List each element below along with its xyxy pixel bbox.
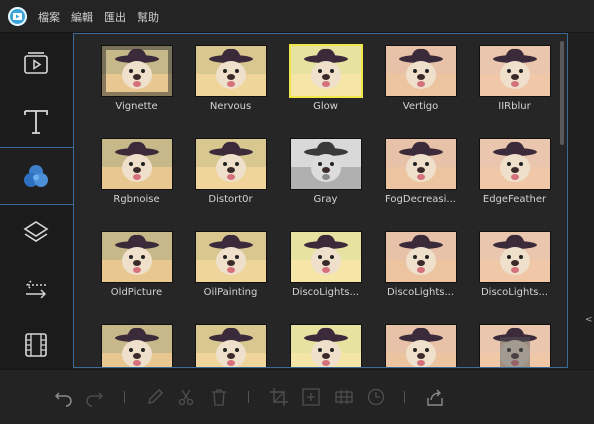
text-t-icon	[24, 110, 48, 134]
filter-label: OldPicture	[110, 287, 163, 298]
filter-thumbnail[interactable]	[385, 231, 457, 283]
filters-circles-icon	[24, 165, 48, 187]
filter-label: DiscoLights...	[480, 287, 548, 298]
filter-label: Vignette	[115, 101, 158, 112]
filter-thumbnail[interactable]	[101, 231, 173, 283]
delete-trash-icon[interactable]	[209, 387, 229, 407]
filter-thumbnail[interactable]	[290, 231, 362, 283]
filter-thumbnail[interactable]	[195, 45, 267, 97]
filter-label: Vertigo	[402, 101, 439, 112]
sidebar-item-filters[interactable]	[0, 147, 73, 205]
speed-clock-icon[interactable]	[366, 387, 386, 407]
filter-label: Distort0r	[208, 194, 253, 205]
filter-label: Gray	[313, 194, 338, 205]
edit-pencil-icon[interactable]	[145, 387, 165, 407]
filter-thumbnail[interactable]	[479, 45, 551, 97]
sidebar-item-elements[interactable]	[0, 317, 73, 373]
filter-label: IIRblur	[498, 101, 531, 112]
sidebar-item-transitions[interactable]	[0, 261, 73, 317]
filter-label: DiscoLights...	[291, 287, 359, 298]
filter-panel: Vignette Nervous Glow Vertigo IIRblur Rgbnois…	[73, 33, 568, 368]
filter-thumbnail[interactable]	[289, 44, 363, 98]
toolbar-separator	[248, 391, 249, 403]
sidebar-item-overlays[interactable]	[0, 205, 73, 261]
transition-arrows-icon	[26, 280, 46, 299]
filter-thumbnail[interactable]	[101, 324, 173, 367]
filter-thumbnail[interactable]	[479, 231, 551, 283]
filter-thumbnail[interactable]	[195, 231, 267, 283]
menu-edit[interactable]: 編輯	[71, 9, 93, 25]
filter-thumbnail[interactable]	[385, 138, 457, 190]
filter-thumbnail[interactable]	[101, 45, 173, 97]
filter-thumbnail[interactable]	[101, 138, 173, 190]
app-logo-icon[interactable]	[8, 7, 27, 26]
sidebar	[0, 33, 73, 369]
menubar: 檔案 編輯 匯出 幫助	[0, 0, 594, 33]
filter-label: Rgbnoise	[113, 194, 160, 205]
filter-label: EdgeFeather	[482, 194, 547, 205]
toolbar-separator	[124, 391, 125, 403]
film-strip-icon	[25, 333, 47, 357]
filter-thumbnail[interactable]	[385, 324, 457, 367]
sidebar-item-text[interactable]	[0, 93, 73, 149]
toolbar-separator	[404, 391, 405, 403]
filter-label: Glow	[313, 101, 338, 112]
edge-fragment: <	[585, 315, 593, 325]
scrollbar[interactable]	[560, 41, 564, 145]
menu-export[interactable]: 匯出	[104, 9, 126, 25]
filter-label: OilPainting	[203, 287, 258, 298]
crop-icon[interactable]	[269, 387, 289, 407]
filter-thumbnail[interactable]	[290, 324, 362, 367]
menu-help[interactable]: 幫助	[137, 9, 159, 25]
export-share-icon[interactable]	[425, 387, 445, 407]
filter-thumbnail[interactable]	[195, 324, 267, 367]
filter-label: FogDecreasi...	[385, 194, 456, 205]
filter-label: Nervous	[209, 101, 252, 112]
redo-icon[interactable]	[84, 387, 104, 407]
sidebar-item-media[interactable]	[0, 37, 73, 93]
menu-file[interactable]: 檔案	[38, 9, 60, 25]
layers-icon	[23, 221, 49, 242]
filter-thumbnail[interactable]	[195, 138, 267, 190]
mosaic-icon[interactable]	[334, 387, 354, 407]
bottom-toolbar	[0, 369, 594, 424]
play-clip-icon	[24, 52, 48, 74]
undo-icon[interactable]	[54, 387, 74, 407]
filter-label: DiscoLights...	[386, 287, 454, 298]
filter-thumbnail[interactable]	[479, 138, 551, 190]
filter-thumbnail[interactable]	[385, 45, 457, 97]
filter-thumbnail[interactable]	[479, 324, 551, 367]
filter-thumbnail[interactable]	[290, 138, 362, 190]
zoom-icon[interactable]	[301, 387, 321, 407]
cut-scissors-icon[interactable]	[176, 387, 196, 407]
